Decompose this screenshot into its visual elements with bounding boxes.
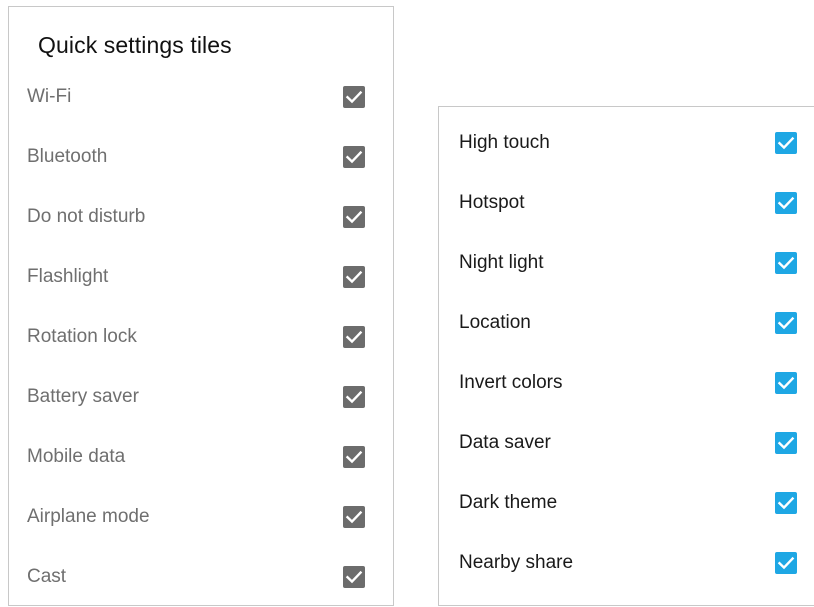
tile-label: Invert colors	[459, 372, 563, 393]
checkbox[interactable]	[775, 432, 797, 454]
checkbox[interactable]	[343, 446, 365, 468]
check-icon	[345, 450, 363, 464]
checkbox[interactable]	[775, 132, 797, 154]
quick-settings-list-secondary: High touch Hotspot Night light Location Inve…	[439, 113, 814, 593]
check-icon	[345, 390, 363, 404]
tile-label: Dark theme	[459, 492, 558, 513]
tile-row-flashlight[interactable]: Flashlight	[9, 247, 393, 307]
checkbox[interactable]	[343, 506, 365, 528]
check-icon	[345, 210, 363, 224]
tile-row-location[interactable]: Location	[439, 293, 814, 353]
checkbox[interactable]	[775, 492, 797, 514]
tile-row-nearby-share[interactable]: Nearby share	[439, 533, 814, 593]
tile-row-invert-colors[interactable]: Invert colors	[439, 353, 814, 413]
checkbox[interactable]	[775, 372, 797, 394]
tile-label: Flashlight	[27, 266, 109, 287]
tile-label: Cast	[27, 566, 67, 587]
tile-label: Mobile data	[27, 446, 126, 467]
quick-settings-tiles-panel-secondary: High touch Hotspot Night light Location Inve…	[438, 106, 814, 606]
tile-label: Airplane mode	[27, 506, 150, 527]
tile-row-bluetooth[interactable]: Bluetooth	[9, 127, 393, 187]
tile-row-airplane-mode[interactable]: Airplane mode	[9, 487, 393, 547]
tile-label: Location	[459, 312, 531, 333]
checkbox[interactable]	[343, 326, 365, 348]
tile-label: Rotation lock	[27, 326, 137, 347]
checkbox[interactable]	[343, 266, 365, 288]
check-icon	[777, 376, 795, 390]
tile-label: Bluetooth	[27, 146, 108, 167]
tile-row-rotation-lock[interactable]: Rotation lock	[9, 307, 393, 367]
tile-row-data-saver[interactable]: Data saver	[439, 413, 814, 473]
check-icon	[777, 136, 795, 150]
tile-row-mobile-data[interactable]: Mobile data	[9, 427, 393, 487]
tile-row-dark-theme[interactable]: Dark theme	[439, 473, 814, 533]
check-icon	[345, 270, 363, 284]
checkbox[interactable]	[343, 386, 365, 408]
check-icon	[345, 570, 363, 584]
check-icon	[345, 510, 363, 524]
check-icon	[777, 196, 795, 210]
quick-settings-list: Wi-Fi Bluetooth Do not disturb Flashlight Ro…	[9, 67, 393, 607]
tile-label: Night light	[459, 252, 544, 273]
checkbox[interactable]	[343, 206, 365, 228]
tile-row-high-touch[interactable]: High touch	[439, 113, 814, 173]
tile-label: Battery saver	[27, 386, 139, 407]
checkbox[interactable]	[343, 86, 365, 108]
check-icon	[345, 150, 363, 164]
check-icon	[777, 436, 795, 450]
check-icon	[777, 256, 795, 270]
checkbox[interactable]	[343, 566, 365, 588]
check-icon	[777, 316, 795, 330]
tile-row-night-light[interactable]: Night light	[439, 233, 814, 293]
tile-label: Do not disturb	[27, 206, 146, 227]
check-icon	[777, 556, 795, 570]
checkbox[interactable]	[343, 146, 365, 168]
tile-row-do-not-disturb[interactable]: Do not disturb	[9, 187, 393, 247]
tile-label: Hotspot	[459, 192, 525, 213]
tile-row-hotspot[interactable]: Hotspot	[439, 173, 814, 233]
tile-label: Data saver	[459, 432, 551, 453]
tile-row-battery-saver[interactable]: Battery saver	[9, 367, 393, 427]
checkbox[interactable]	[775, 192, 797, 214]
check-icon	[345, 330, 363, 344]
tile-label: High touch	[459, 132, 550, 153]
tile-label: Wi-Fi	[27, 86, 72, 107]
tile-label: Nearby share	[459, 552, 574, 573]
checkbox[interactable]	[775, 552, 797, 574]
quick-settings-tiles-panel: Quick settings tiles Wi-Fi Bluetooth Do no…	[8, 6, 394, 606]
tile-row-wi-fi[interactable]: Wi-Fi	[9, 67, 393, 127]
panel-title: Quick settings tiles	[38, 32, 232, 58]
check-icon	[777, 496, 795, 510]
tile-row-cast[interactable]: Cast	[9, 547, 393, 607]
check-icon	[345, 90, 363, 104]
checkbox[interactable]	[775, 312, 797, 334]
checkbox[interactable]	[775, 252, 797, 274]
